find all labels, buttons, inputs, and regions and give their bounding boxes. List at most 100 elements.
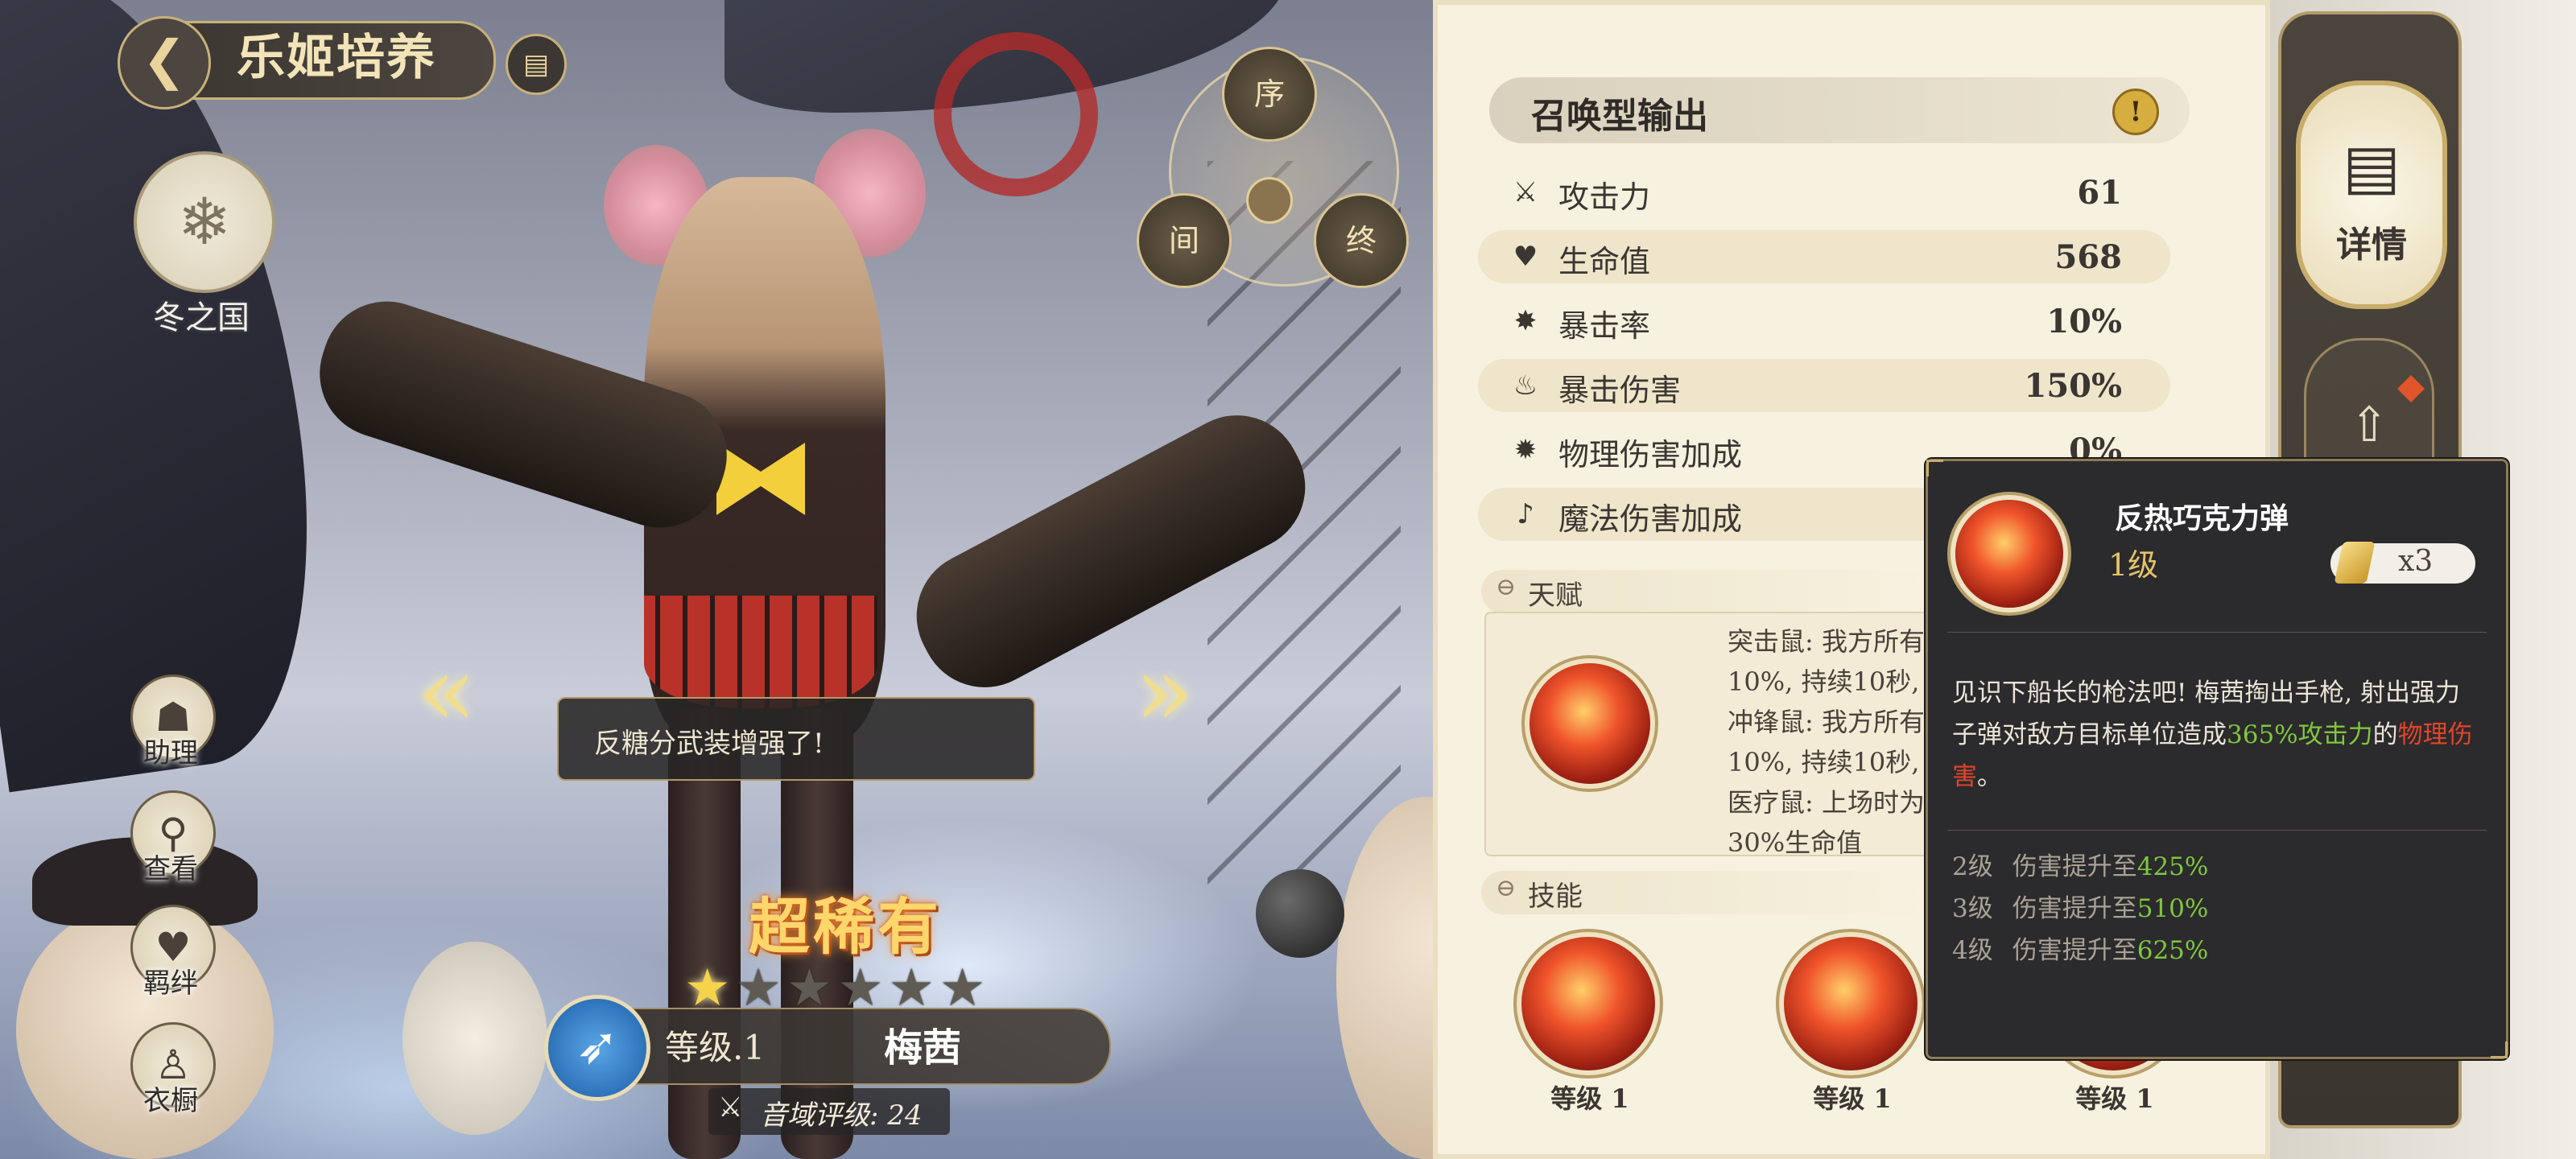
zodiac-node-top[interactable]: 序 [1222, 47, 1317, 142]
star-empty-icon: ★ [786, 959, 833, 1018]
tooltip-divider-1 [1947, 632, 2487, 633]
stat-value: 10% [2046, 303, 2122, 340]
role-info-button[interactable]: ! [2112, 89, 2159, 135]
hamster-minion-middle [402, 942, 547, 1135]
cost-value: x3 [2398, 545, 2434, 578]
view-button[interactable]: ⚲ 查看 [130, 790, 216, 885]
skill-tooltip: 反热巧克力弹 1级 x3 见识下船长的枪法吧! 梅茜掏出手枪, 射出强力子弹对敌… [1926, 459, 2508, 1059]
upgrade-line: 2级 伤害提升至425% [1952, 846, 2475, 888]
stat-row: ♨ 暴击伤害 150% [1478, 359, 2170, 412]
skill-1-icon[interactable] [1521, 937, 1655, 1070]
bow-arrow-icon: ➶ [576, 1017, 619, 1076]
upgrade-line: 3级 伤害提升至510% [1952, 888, 2475, 930]
upgrade-value: 625% [2136, 936, 2209, 965]
skill-3-level: 等级 1 [2075, 1083, 2154, 1114]
wand-icon: ♪ [1517, 498, 1534, 530]
crossed-swords-icon: ⚔ [718, 1091, 743, 1124]
stat-label: 生命值 [1558, 244, 1651, 279]
corner-ornament-2 [2491, 1041, 2508, 1058]
plaid-skirt [644, 596, 877, 708]
ship-hull-left [0, 0, 345, 793]
talent-icon[interactable] [1530, 663, 1650, 784]
tooltip-skill-icon [1955, 500, 2063, 608]
star-rating: ★★★★★★ [684, 963, 990, 1014]
view-label: 查看 [143, 853, 198, 885]
stat-label: 暴击率 [1558, 308, 1651, 344]
character-level: 等级.1 [665, 1028, 766, 1067]
character-name: 梅茜 [884, 1025, 962, 1070]
zodiac-node-right[interactable]: 终 [1314, 193, 1409, 288]
wardrobe-label: 衣橱 [143, 1085, 198, 1117]
double-chevron-right-icon: » [1135, 636, 1195, 748]
page-title: 乐姬培养 [237, 30, 436, 86]
skill-2-icon[interactable] [1784, 937, 1918, 1070]
bond-label: 羁绊 [143, 967, 198, 1000]
stat-value: 61 [2077, 174, 2122, 212]
rating-value: 音域评级: 24 [760, 1099, 923, 1132]
upgrade-value: 425% [2136, 852, 2209, 881]
burst-icon: ✸ [1513, 305, 1538, 337]
star-empty-icon: ★ [837, 959, 884, 1018]
prev-character-button[interactable]: « [417, 636, 476, 748]
skills-heading: 技能 [1528, 881, 1583, 913]
zodiac-node-left[interactable]: 间 [1137, 193, 1232, 288]
assistant-button[interactable]: ☗ 助理 [130, 674, 216, 769]
assistant-label: 助理 [143, 737, 198, 769]
star-filled-icon: ★ [684, 959, 731, 1018]
tooltip-description: 见识下船长的枪法吧! 梅茜掏出手枪, 射出强力子弹对敌方目标单位造成365%攻击… [1952, 672, 2475, 798]
book-icon: ▤ [2343, 130, 2401, 202]
desc-highlight: 365%攻击力 [2227, 720, 2373, 749]
upgrade-text: 伤害提升至 [2012, 852, 2137, 881]
dialogue-text: 反糖分武装增强了! [594, 728, 824, 760]
dialogue-box: 反糖分武装增强了! [557, 697, 1035, 781]
stat-label: 物理伤害加成 [1558, 437, 1743, 472]
next-character-button[interactable]: » [1135, 636, 1194, 748]
arrow-up-icon: ⇧ [2348, 397, 2390, 453]
upgrade-level: 4级 [1952, 936, 1993, 965]
detail-button[interactable]: ▤ 详情 [2296, 80, 2447, 309]
stat-value: 568 [2054, 238, 2123, 276]
stat-label: 暴击伤害 [1558, 373, 1682, 408]
heart-icon: ♥ [1513, 241, 1538, 273]
skill-2-level: 等级 1 [1813, 1083, 1892, 1114]
eye-icon-2: ⊖ [1496, 874, 1517, 902]
star-empty-icon: ★ [735, 959, 782, 1018]
corner-ornament [1926, 460, 1943, 476]
stat-label: 攻击力 [1558, 179, 1651, 215]
back-button[interactable]: ❮ [118, 16, 211, 109]
class-badge: ➶ [544, 995, 650, 1101]
back-arrow-icon: ❮ [142, 29, 187, 91]
tooltip-title: 反热巧克力弹 [2115, 501, 2289, 535]
talent-heading: 天赋 [1528, 580, 1583, 612]
upgrade-value: 510% [2136, 894, 2209, 923]
role-type: 召唤型输出 [1531, 96, 1708, 137]
desc-mid: 的 [2372, 720, 2398, 749]
upgrade-list: 2级 伤害提升至425% 3级 伤害提升至510% 4级 伤害提升至625% [1952, 846, 2475, 971]
tooltip-divider-2 [1947, 830, 2487, 831]
upgrade-text: 伤害提升至 [2012, 936, 2137, 965]
upgrade-text: 伤害提升至 [2012, 894, 2137, 923]
desc-end: 。 [1977, 762, 2002, 791]
double-chevron-left-icon: « [417, 636, 477, 748]
wardrobe-button[interactable]: ♙ 衣橱 [130, 1022, 216, 1117]
stat-row: ♥ 生命值 568 [1478, 230, 2170, 283]
zodiac-center [1246, 177, 1293, 224]
star-empty-icon: ★ [939, 959, 986, 1018]
stat-label: 魔法伤害加成 [1558, 501, 1743, 537]
rarity-label: 超稀有 [749, 891, 942, 963]
upgrade-level: 2级 [1952, 852, 1993, 881]
region-emblem[interactable]: ❄ [134, 151, 275, 293]
detail-label: 详情 [2336, 225, 2407, 266]
bomb [1256, 869, 1344, 958]
stat-value: 150% [2024, 367, 2122, 405]
upgrade-level: 3级 [1952, 894, 1993, 923]
rating-icon-wrap: ⚔ [718, 1091, 742, 1124]
notes-button[interactable]: ▤ [506, 34, 567, 95]
star-empty-icon: ★ [888, 959, 935, 1018]
document-icon: ▤ [522, 48, 550, 80]
upgrade-line: 4级 伤害提升至625% [1952, 930, 2475, 971]
tooltip-level: 1级 [2108, 547, 2159, 583]
eye-icon: ⊖ [1496, 573, 1517, 601]
bond-button[interactable]: ♥ 羁绊 [130, 905, 216, 1000]
snowflake-icon: ❄ [177, 184, 232, 259]
